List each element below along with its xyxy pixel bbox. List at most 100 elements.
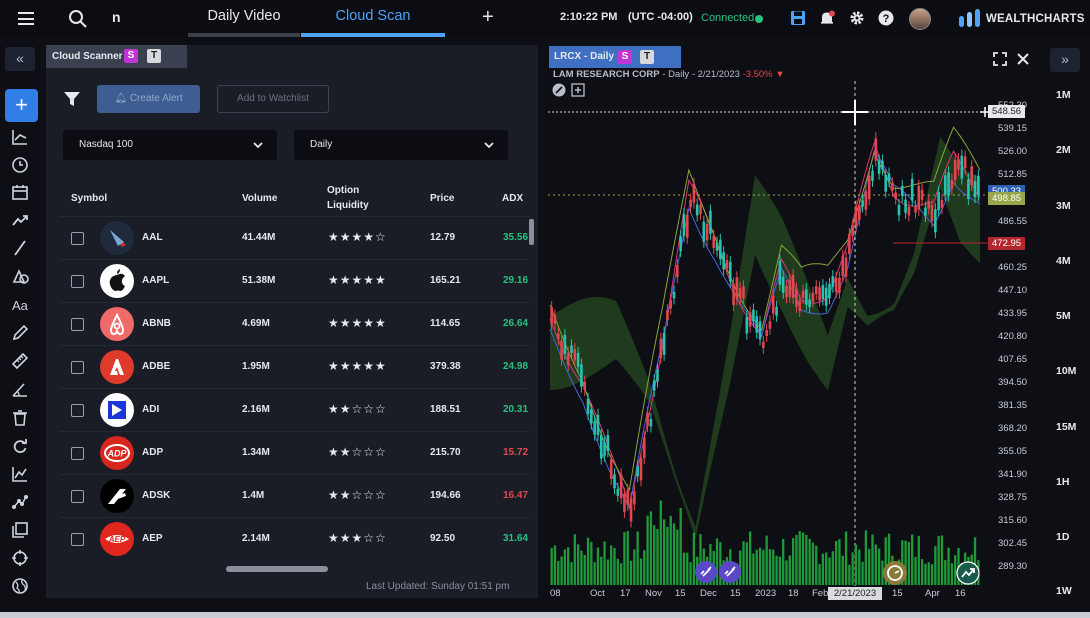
cloud-scan-icon[interactable]	[883, 561, 907, 585]
angle-icon[interactable]	[10, 380, 30, 400]
table-row[interactable]: ADSK 1.4M ★★☆☆☆ 194.66 16.47	[60, 474, 530, 517]
tab-cloud-scan[interactable]: Cloud Scan	[301, 0, 445, 37]
volume-bar	[596, 547, 600, 585]
row-checkbox[interactable]	[71, 404, 84, 417]
volume-bar	[676, 529, 679, 585]
crosshair-icon[interactable]	[10, 548, 30, 568]
timeframe-15m[interactable]: 15M	[1056, 421, 1076, 433]
timeframe-10m[interactable]: 10M	[1056, 365, 1076, 377]
clock-icon[interactable]	[10, 155, 30, 175]
row-symbol: AAL	[142, 232, 163, 243]
table-row[interactable]: ADBE 1.95M ★★★★★ 379.38 24.98	[60, 345, 530, 388]
create-alert-button[interactable]: 🔔︎ Create Alert	[97, 85, 200, 113]
volume-bar	[563, 549, 567, 585]
column-option-liquidity[interactable]: Option Liquidity	[327, 183, 369, 213]
volume-bar	[795, 534, 798, 585]
table-row[interactable]: ADI 2.16M ★★☆☆☆ 188.51 20.31	[60, 388, 530, 431]
row-checkbox[interactable]	[71, 275, 84, 288]
search-input[interactable]: n	[112, 9, 121, 25]
horizontal-scrollbar[interactable]	[226, 566, 328, 572]
timeframe-1d[interactable]: 1D	[1056, 531, 1069, 543]
menu-icon[interactable]	[18, 12, 34, 25]
volume-bar	[557, 560, 560, 585]
arrow-trend-icon[interactable]	[10, 210, 30, 230]
candle	[960, 155, 964, 179]
row-adx: 29.16	[503, 275, 529, 286]
row-price: 92.50	[430, 533, 456, 544]
volume-bar	[788, 555, 791, 585]
trash-icon[interactable]	[10, 408, 30, 428]
copy-icon[interactable]	[10, 520, 30, 540]
help-icon[interactable]: ?	[878, 10, 894, 26]
refresh-icon[interactable]	[10, 436, 30, 456]
volume-bar	[917, 535, 920, 585]
alert-bell-icon[interactable]	[819, 10, 835, 26]
text-icon[interactable]: Aa	[10, 295, 30, 315]
table-row[interactable]: ADP ADP 1.34M ★★☆☆☆ 215.70 15.72	[60, 431, 530, 474]
trend-up-icon[interactable]	[956, 561, 980, 585]
volume-bar	[805, 534, 808, 585]
list-select[interactable]: Nasdaq 100	[63, 130, 277, 160]
column-adx[interactable]: ADX	[502, 191, 523, 206]
row-checkbox[interactable]	[71, 533, 84, 546]
tab-daily-video[interactable]: Daily Video	[188, 0, 300, 37]
calendar-icon[interactable]	[10, 182, 30, 202]
table-row[interactable]: AAL 41.44M ★★★★☆ 12.79 35.56	[60, 216, 530, 259]
timeframe-5m[interactable]: 5M	[1056, 310, 1071, 322]
column-volume[interactable]: Volume	[242, 191, 277, 206]
filter-icon[interactable]	[63, 91, 81, 107]
save-icon[interactable]	[790, 10, 806, 26]
pencil-icon[interactable]	[10, 323, 30, 343]
badge-s[interactable]: S	[124, 49, 138, 63]
table-row[interactable]: AAPL 51.38M ★★★★★ 165.21 29.16	[60, 259, 530, 302]
volume-bar	[629, 560, 633, 585]
timeframe-1w[interactable]: 1W	[1056, 585, 1072, 597]
timeframe-1h[interactable]: 1H	[1056, 476, 1069, 488]
gear-icon[interactable]	[849, 10, 865, 26]
candle	[838, 277, 841, 293]
chart-icon[interactable]	[10, 464, 30, 484]
add-tab-button[interactable]: +	[482, 6, 494, 29]
link-chart-icon[interactable]	[695, 561, 717, 583]
candle	[619, 474, 623, 499]
add-to-watchlist-button[interactable]: Add to Watchlist	[217, 85, 329, 113]
shapes-icon[interactable]	[10, 266, 30, 286]
collapse-right-button[interactable]: »	[1050, 48, 1080, 72]
column-symbol[interactable]: Symbol	[71, 191, 107, 206]
column-price[interactable]: Price	[430, 191, 454, 206]
avatar[interactable]	[909, 8, 931, 30]
table-row[interactable]: AEP AEP 2.14M ★★★☆☆ 92.50 31.64	[60, 517, 530, 560]
period-select[interactable]: Daily	[294, 130, 508, 160]
timeframe-1m[interactable]: 1M	[1056, 89, 1071, 101]
timeframe-3m[interactable]: 3M	[1056, 200, 1071, 212]
ruler-icon[interactable]	[10, 351, 30, 371]
row-checkbox[interactable]	[71, 232, 84, 245]
row-adx: 31.64	[503, 533, 529, 544]
link-chart-icon[interactable]	[719, 561, 741, 583]
vertical-scrollbar[interactable]	[529, 219, 534, 245]
row-checkbox[interactable]	[71, 490, 84, 503]
adi-logo	[100, 393, 134, 427]
table-row[interactable]: ABNB 4.69M ★★★★★ 114.65 26.64	[60, 302, 530, 345]
line-icon[interactable]	[10, 238, 30, 258]
volume-bar	[742, 541, 745, 585]
timeframe-2m[interactable]: 2M	[1056, 144, 1071, 156]
globe-icon[interactable]	[10, 576, 30, 596]
row-checkbox[interactable]	[71, 447, 84, 460]
volume-bar	[672, 523, 676, 585]
row-checkbox[interactable]	[71, 361, 84, 374]
collapse-left-button[interactable]: «	[5, 47, 35, 71]
timeframe-4m[interactable]: 4M	[1056, 255, 1071, 267]
volume-bar	[553, 545, 557, 585]
candle	[573, 349, 577, 361]
row-checkbox[interactable]	[71, 318, 84, 331]
nodes-icon[interactable]	[10, 492, 30, 512]
search-icon[interactable]	[68, 9, 88, 29]
add-drawing-button[interactable]: +	[5, 89, 38, 122]
price-chart[interactable]	[548, 45, 1040, 598]
volume-bar	[877, 548, 881, 585]
trend-line-icon[interactable]	[10, 127, 30, 147]
candle	[709, 210, 712, 234]
badge-t[interactable]: T	[147, 49, 161, 63]
cloud-scanner-tab[interactable]: Cloud Scanner S T	[46, 45, 187, 68]
